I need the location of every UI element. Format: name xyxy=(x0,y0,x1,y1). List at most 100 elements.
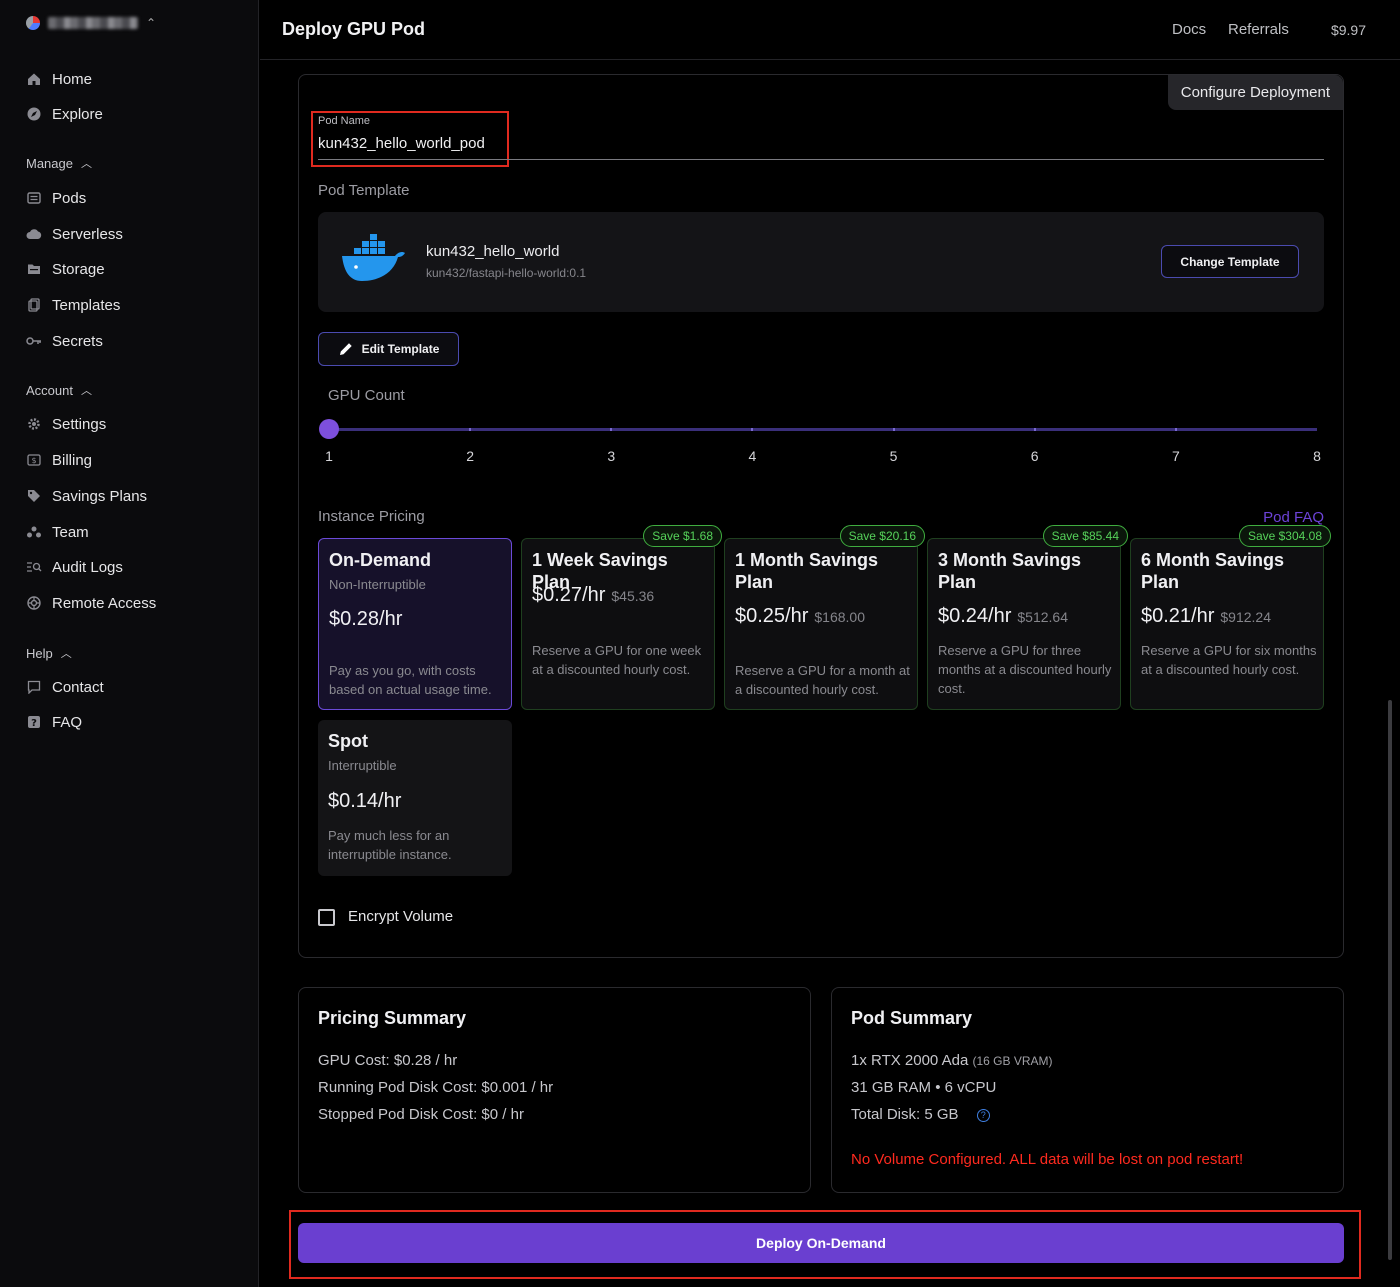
sidebar-item-savings-plans[interactable]: Savings Plans xyxy=(26,485,147,507)
pricing-title: 6 Month Savings Plan xyxy=(1141,550,1285,592)
price-total: $912.24 xyxy=(1220,609,1271,625)
org-name-redacted xyxy=(48,17,138,29)
pricing-option-1-week[interactable]: Save $1.68 1 Week Savings Plan $0.27/hr $… xyxy=(521,525,722,710)
top-header: Deploy GPU Pod Docs Referrals $9.97 xyxy=(260,0,1400,60)
sidebar-item-contact[interactable]: Contact xyxy=(26,676,104,698)
docs-link[interactable]: Docs xyxy=(1172,21,1206,38)
gpu-count-option-6[interactable]: 6 xyxy=(1025,448,1045,464)
page-scrollbar[interactable] xyxy=(1388,700,1392,1260)
org-switcher[interactable]: ⌃ xyxy=(26,16,156,30)
deploy-on-demand-button[interactable]: Deploy On-Demand xyxy=(298,1223,1344,1263)
pricing-price: $0.24/hr $512.64 xyxy=(938,605,1068,628)
compass-icon xyxy=(26,106,42,122)
gpu-summary: 1x RTX 2000 Ada (16 GB VRAM) xyxy=(851,1052,1053,1069)
section-account[interactable]: Account ︿ xyxy=(26,382,92,398)
gpu-count-option-7[interactable]: 7 xyxy=(1166,448,1186,464)
gpu-count-option-4[interactable]: 4 xyxy=(742,448,762,464)
sidebar-item-audit-logs[interactable]: Audit Logs xyxy=(26,556,123,578)
gpu-count-option-1[interactable]: 1 xyxy=(319,448,339,464)
sidebar-item-label: Team xyxy=(52,523,89,541)
slider-tick xyxy=(1033,428,1036,431)
price-total: $512.64 xyxy=(1017,609,1068,625)
sidebar-item-billing[interactable]: $ Billing xyxy=(26,449,92,471)
configure-deployment-tab[interactable]: Configure Deployment xyxy=(1167,75,1343,110)
encrypt-volume-checkbox[interactable] xyxy=(318,909,335,926)
sidebar-item-serverless[interactable]: Serverless xyxy=(26,223,123,245)
pricing-title: Spot xyxy=(328,731,368,751)
chevron-up-icon: ︿ xyxy=(80,385,92,397)
sidebar-item-team[interactable]: Team xyxy=(26,521,89,543)
audit-icon xyxy=(26,559,42,575)
pod-faq-link[interactable]: Pod FAQ xyxy=(1263,509,1324,526)
svg-text:?: ? xyxy=(31,718,37,729)
encrypt-volume-label[interactable]: Encrypt Volume xyxy=(348,908,453,925)
sidebar-item-label: Secrets xyxy=(52,332,103,350)
total-disk: Total Disk: 5 GB xyxy=(851,1106,959,1123)
pricing-option-6-month[interactable]: Save $304.08 6 Month Savings Plan $0.21/… xyxy=(1130,525,1331,710)
pricing-description: Reserve a GPU for one week at a discount… xyxy=(532,643,702,677)
sidebar-item-secrets[interactable]: Secrets xyxy=(26,330,103,352)
sidebar-item-explore[interactable]: Explore xyxy=(26,103,103,125)
home-icon xyxy=(26,71,42,87)
section-help[interactable]: Help ︿ xyxy=(26,645,72,661)
sidebar-item-templates[interactable]: Templates xyxy=(26,294,120,316)
key-icon xyxy=(26,333,42,349)
edit-template-button[interactable]: Edit Template xyxy=(318,332,459,366)
gpu-count-slider-thumb[interactable] xyxy=(319,419,339,439)
sidebar-item-faq[interactable]: ? FAQ xyxy=(26,711,82,733)
pricing-option-3-month[interactable]: Save $85.44 3 Month Savings Plan $0.24/h… xyxy=(927,525,1128,710)
edit-template-label: Edit Template xyxy=(361,342,440,356)
gpu-vram: (16 GB VRAM) xyxy=(972,1054,1053,1068)
pricing-description: Reserve a GPU for three months at a disc… xyxy=(938,643,1112,696)
section-manage[interactable]: Manage ︿ xyxy=(26,155,92,171)
configure-deployment-card: Configure Deployment Pod Name kun432_hel… xyxy=(298,74,1344,958)
gpu-count-option-2[interactable]: 2 xyxy=(460,448,480,464)
sidebar-item-label: Audit Logs xyxy=(52,558,123,576)
gpu-count-option-8[interactable]: 8 xyxy=(1307,448,1327,464)
chevron-up-icon: ︿ xyxy=(80,158,92,170)
pricing-option-on-demand[interactable]: On-Demand Non-Interruptible $0.28/hr Pay… xyxy=(318,538,512,710)
change-template-button[interactable]: Change Template xyxy=(1161,245,1299,278)
pod-name-label: Pod Name xyxy=(318,115,370,127)
pod-summary-title: Pod Summary xyxy=(851,1008,973,1028)
pricing-title: 1 Month Savings Plan xyxy=(735,550,879,592)
account-balance: $9.97 xyxy=(1330,22,1366,38)
slider-tick xyxy=(1174,428,1177,431)
pricing-option-1-month[interactable]: Save $20.16 1 Month Savings Plan $0.25/h… xyxy=(724,525,925,710)
billing-icon: $ xyxy=(26,452,42,468)
slider-tick xyxy=(469,428,472,431)
referrals-link[interactable]: Referrals xyxy=(1228,21,1289,38)
tag-icon xyxy=(26,488,42,504)
slider-tick xyxy=(751,428,754,431)
sidebar-item-label: Serverless xyxy=(52,225,123,243)
page-title: Deploy GPU Pod xyxy=(282,19,426,39)
svg-text:$: $ xyxy=(31,456,36,465)
running-disk-cost: Running Pod Disk Cost: $0.001 / hr xyxy=(318,1079,554,1096)
template-image: kun432/fastapi-hello-world:0.1 xyxy=(426,266,587,280)
gpu-count-slider-track[interactable] xyxy=(329,428,1317,431)
price-total: $168.00 xyxy=(814,609,865,625)
pricing-option-spot[interactable]: Spot Interruptible $0.14/hr Pay much les… xyxy=(318,720,512,876)
pricing-description: Pay as you go, with costs based on actua… xyxy=(329,663,492,697)
price-per-hour: $0.14/hr xyxy=(328,790,402,812)
pricing-subtitle: Interruptible xyxy=(328,758,397,773)
pricing-subtitle: Non-Interruptible xyxy=(329,577,426,592)
pod-summary-card: Pod Summary 1x RTX 2000 Ada (16 GB VRAM)… xyxy=(831,987,1344,1193)
pod-name-input[interactable]: kun432_hello_world_pod xyxy=(318,135,485,152)
gpu-count-option-3[interactable]: 3 xyxy=(601,448,621,464)
sidebar-item-label: Pods xyxy=(52,189,87,207)
sidebar-item-home[interactable]: Home xyxy=(26,68,92,90)
no-volume-warning: No Volume Configured. ALL data will be l… xyxy=(851,1151,1244,1168)
gear-icon xyxy=(26,416,42,432)
team-icon xyxy=(26,524,42,540)
gpu-count-option-5[interactable]: 5 xyxy=(884,448,904,464)
section-title: Account xyxy=(26,382,73,398)
price-per-hour: $0.28/hr xyxy=(329,608,403,630)
sidebar-item-storage[interactable]: Storage xyxy=(26,258,105,280)
sidebar-item-label: FAQ xyxy=(52,713,83,731)
sidebar-item-settings[interactable]: Settings xyxy=(26,413,106,435)
sidebar-item-remote-access[interactable]: Remote Access xyxy=(26,592,156,614)
save-badge: Save $20.16 xyxy=(839,525,925,547)
sidebar-item-pods[interactable]: Pods xyxy=(26,187,86,209)
help-circle-icon[interactable]: ? xyxy=(976,1108,990,1122)
